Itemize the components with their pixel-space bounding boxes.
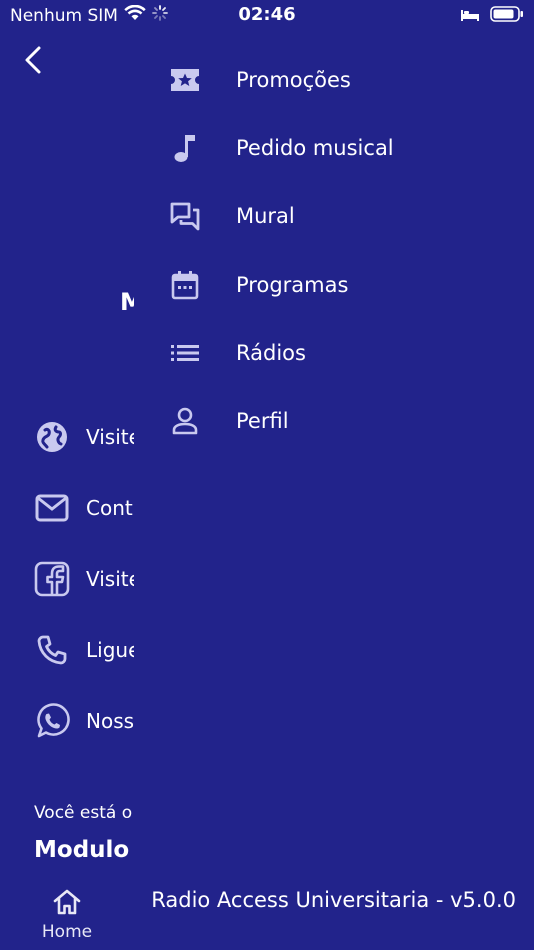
website-link[interactable]: Visite: [34, 419, 134, 455]
menu-item-label: Promoções: [236, 68, 351, 92]
calendar-icon: [168, 268, 202, 302]
tab-home[interactable]: Home: [38, 888, 96, 942]
current-program-name: Modulo I: [34, 837, 134, 863]
facebook-icon: [34, 561, 70, 597]
menu-item-label: Programas: [236, 273, 349, 297]
user-icon: [168, 404, 202, 438]
menu-item-label: Mural: [236, 204, 295, 228]
music-note-icon: [168, 131, 202, 165]
page-title-fragment: M: [120, 288, 134, 316]
phone-icon: [34, 632, 70, 668]
listening-status-text: Você está o: [34, 803, 133, 823]
background-content: M Visite Cont Visite Ligue Noss Você est…: [0, 0, 134, 950]
menu-item-label: Rádios: [236, 341, 306, 365]
home-icon: [53, 889, 81, 915]
list-icon: [168, 336, 202, 370]
phone-link-label: Ligue: [86, 638, 134, 662]
phone-link[interactable]: Ligue: [34, 632, 134, 668]
menu-item-radios[interactable]: Rádios: [168, 333, 306, 373]
facebook-link-label: Visite: [86, 567, 134, 591]
menu-item-mural[interactable]: Mural: [168, 196, 295, 236]
ticket-star-icon: [168, 63, 202, 97]
chat-bubbles-icon: [168, 199, 202, 233]
contact-link-label: Cont: [86, 496, 133, 520]
drawer-menu: Promoções Pedido musical Mural Programas…: [134, 0, 534, 950]
menu-item-promocoes[interactable]: Promoções: [168, 60, 351, 100]
facebook-link[interactable]: Visite: [34, 561, 134, 597]
app-version: Radio Access Universitaria - v5.0.0: [151, 888, 516, 912]
whatsapp-link-label: Noss: [86, 709, 134, 733]
menu-item-perfil[interactable]: Perfil: [168, 401, 289, 441]
website-link-label: Visite: [86, 425, 134, 449]
tab-home-label: Home: [41, 922, 93, 942]
menu-item-programas[interactable]: Programas: [168, 265, 348, 305]
menu-item-label: Pedido musical: [236, 136, 394, 160]
menu-item-label: Perfil: [236, 409, 289, 433]
contact-link[interactable]: Cont: [34, 490, 133, 526]
menu-item-pedido-musical[interactable]: Pedido musical: [168, 128, 394, 168]
whatsapp-link[interactable]: Noss: [34, 703, 134, 739]
mail-icon: [34, 490, 70, 526]
globe-icon: [34, 419, 70, 455]
whatsapp-icon: [34, 703, 70, 739]
